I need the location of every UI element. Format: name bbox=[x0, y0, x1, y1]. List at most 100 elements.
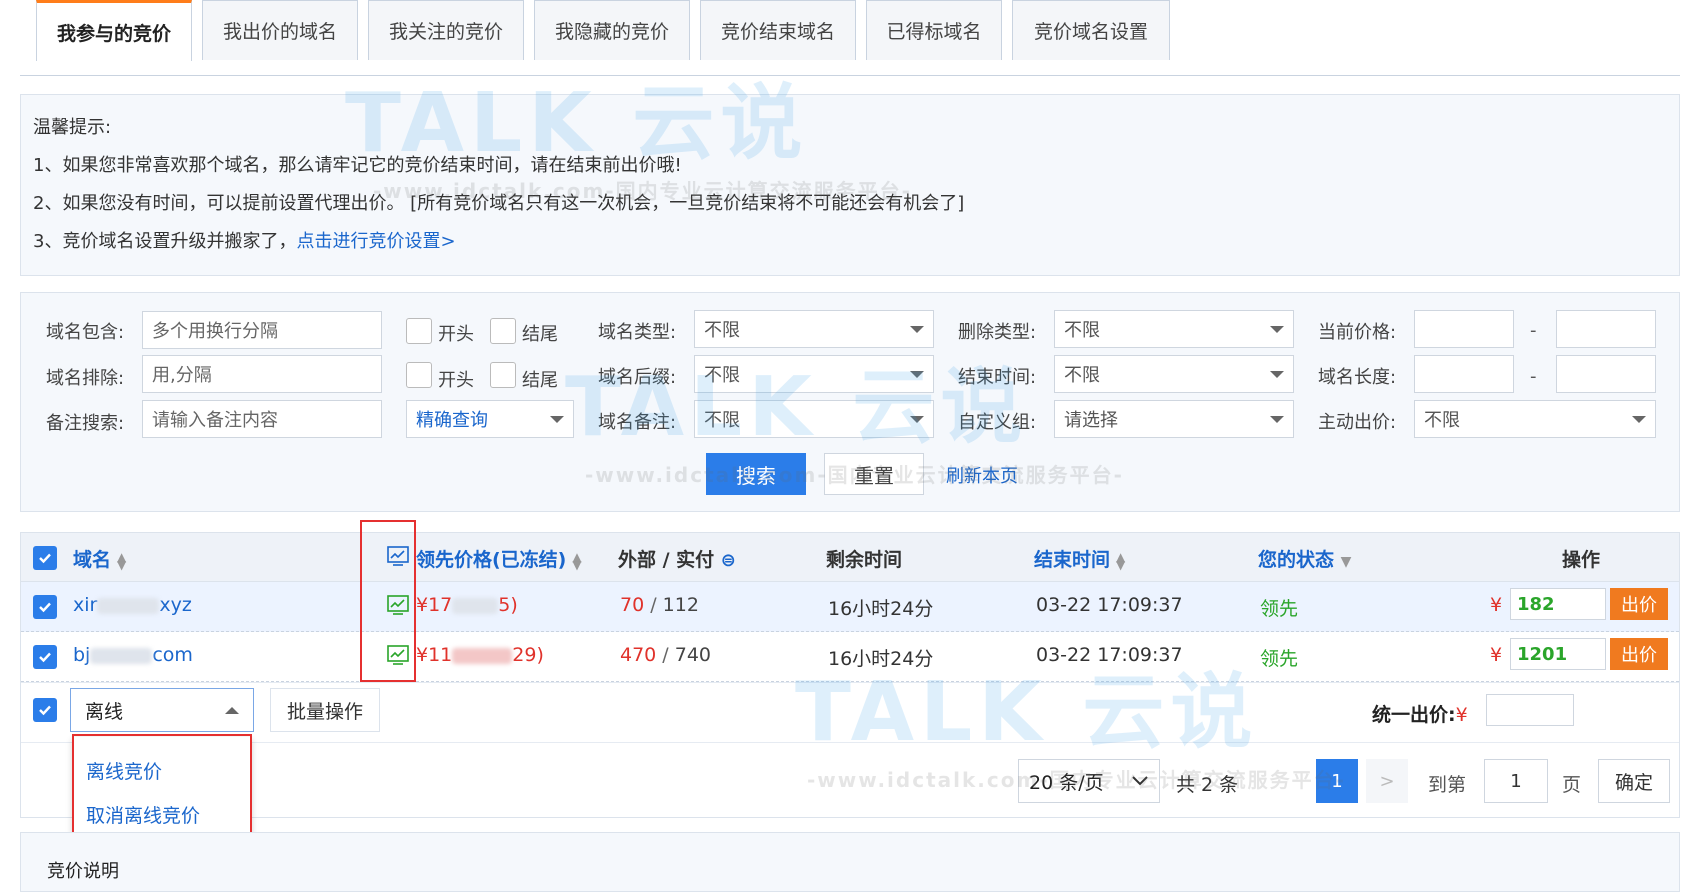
exclude-start-checkbox[interactable] bbox=[406, 362, 432, 388]
end-time: 03-22 17:09:37 bbox=[1036, 644, 1183, 666]
redacted-mask bbox=[452, 597, 499, 614]
col-status-label: 您的状态 bbox=[1258, 549, 1335, 571]
price-max-input[interactable] bbox=[1556, 310, 1656, 348]
suffix-value: 不限 bbox=[704, 365, 740, 386]
next-page-button[interactable]: > bbox=[1366, 759, 1408, 803]
domain-suffix: xyz bbox=[159, 594, 192, 616]
include-start-label: 开头 bbox=[438, 324, 474, 345]
tab-won[interactable]: 已得标域名 bbox=[866, 0, 1002, 60]
sort-icon: ▲ ▼ bbox=[572, 549, 582, 572]
tab-my-hidden[interactable]: 我隐藏的竞价 bbox=[534, 0, 690, 60]
length-max-input[interactable] bbox=[1556, 355, 1656, 393]
batch-operate-button[interactable]: 批量操作 bbox=[270, 688, 380, 732]
bid-currency: ¥ bbox=[1490, 594, 1503, 616]
exclude-input[interactable]: 用,分隔 bbox=[142, 355, 382, 393]
reset-button[interactable]: 重置 bbox=[824, 453, 924, 495]
tab-ended[interactable]: 竞价结束域名 bbox=[700, 0, 856, 60]
delete-type-label: 删除类型: bbox=[958, 322, 1037, 343]
col-status[interactable]: 您的状态 ▼ bbox=[1258, 545, 1351, 572]
domain-type-select[interactable]: 不限 bbox=[694, 310, 934, 348]
goto-confirm-button[interactable]: 确定 bbox=[1598, 759, 1670, 803]
include-label: 域名包含: bbox=[46, 322, 125, 343]
page-size-select[interactable]: 20 条/页 bbox=[1018, 759, 1160, 803]
outer-paid-sep: / bbox=[656, 644, 675, 666]
col-lead-price[interactable]: 领先价格(已冻结) ▲ ▼ bbox=[416, 545, 582, 572]
row-checkbox[interactable] bbox=[33, 645, 57, 669]
group-select[interactable]: 请选择 bbox=[1054, 400, 1294, 438]
length-range-sep: - bbox=[1530, 366, 1537, 387]
unified-bid-input[interactable] bbox=[1486, 694, 1574, 726]
unified-bid-currency: ¥ bbox=[1455, 704, 1468, 726]
tips-line-3: 3、竞价域名设置升级并搬家了，点击进行竞价设置> bbox=[33, 227, 456, 253]
end-time-label: 结束时间: bbox=[958, 367, 1037, 388]
bid-currency: ¥ bbox=[1490, 644, 1503, 666]
domain-type-value: 不限 bbox=[704, 320, 740, 341]
chevron-down-icon bbox=[1270, 415, 1284, 423]
col-lead-price-label: 领先价格(已冻结) bbox=[416, 549, 567, 571]
refresh-link[interactable]: 刷新本页 bbox=[946, 462, 1018, 488]
note-search-input[interactable]: 请输入备注内容 bbox=[142, 400, 382, 438]
chevron-down-icon bbox=[1132, 776, 1148, 786]
divider bbox=[21, 742, 1679, 743]
bid-button[interactable]: 出价 bbox=[1610, 588, 1668, 620]
length-label: 域名长度: bbox=[1318, 367, 1397, 388]
chevron-up-icon bbox=[225, 706, 239, 714]
price-min-input[interactable] bbox=[1414, 310, 1514, 348]
domain-type-label: 域名类型: bbox=[598, 322, 677, 343]
note-select[interactable]: 不限 bbox=[694, 400, 934, 438]
col-outer-paid: 外部 / 实付 ⊜ bbox=[618, 545, 736, 572]
length-min-input[interactable] bbox=[1414, 355, 1514, 393]
batch-select-checkbox[interactable] bbox=[33, 698, 57, 722]
active-bid-select[interactable]: 不限 bbox=[1414, 400, 1656, 438]
bid-input[interactable]: 1201 bbox=[1510, 638, 1606, 670]
col-domain[interactable]: 域名 ▲ ▼ bbox=[73, 545, 126, 572]
end-time: 03-22 17:09:37 bbox=[1036, 594, 1183, 616]
note-search-label: 备注搜索: bbox=[46, 413, 125, 434]
include-end-checkbox[interactable] bbox=[490, 318, 516, 344]
sort-icon: ▲ ▼ bbox=[117, 549, 127, 572]
chevron-down-icon bbox=[550, 415, 564, 423]
page-button[interactable]: 1 bbox=[1316, 759, 1358, 803]
bid-settings-link[interactable]: 点击进行竞价设置> bbox=[296, 231, 455, 252]
select-all-checkbox[interactable] bbox=[33, 546, 57, 570]
include-input[interactable]: 多个用换行分隔 bbox=[142, 311, 382, 349]
remaining-time: 16小时24分 bbox=[828, 648, 934, 670]
col-end-time[interactable]: 结束时间 ▲ ▼ bbox=[1034, 545, 1125, 572]
sort-icon: ▲ ▼ bbox=[1116, 549, 1126, 572]
col-remaining: 剩余时间 bbox=[826, 549, 903, 571]
tips-panel: 温馨提示: 1、如果您非常喜欢那个域名，那么请牢记它的竞价结束时间，请在结束前出… bbox=[20, 94, 1680, 276]
goto-page-input[interactable]: 1 bbox=[1484, 759, 1548, 803]
suffix-select[interactable]: 不限 bbox=[694, 355, 934, 393]
exclude-end-checkbox[interactable] bbox=[490, 362, 516, 388]
lead-price: ¥17 5) bbox=[416, 594, 518, 616]
match-mode-select[interactable]: 精确查询 bbox=[406, 400, 574, 438]
tab-settings[interactable]: 竞价域名设置 bbox=[1012, 0, 1170, 60]
page-unit: 页 bbox=[1562, 774, 1582, 796]
domain-link[interactable]: bj com bbox=[73, 644, 193, 666]
col-action: 操作 bbox=[1562, 549, 1601, 571]
remaining-time: 16小时24分 bbox=[828, 598, 934, 620]
status-badge: 领先 bbox=[1260, 598, 1299, 620]
tab-my-bids[interactable]: 我参与的竞价 bbox=[36, 0, 192, 61]
col-domain-label: 域名 bbox=[73, 549, 112, 571]
domain-link[interactable]: xir xyz bbox=[73, 594, 192, 616]
batch-action-select[interactable]: 离线 bbox=[70, 688, 254, 732]
exclude-end-label: 结尾 bbox=[522, 370, 558, 391]
goto-label: 到第 bbox=[1428, 774, 1467, 796]
total-count: 共 2 条 bbox=[1176, 774, 1239, 796]
end-time-select[interactable]: 不限 bbox=[1054, 355, 1294, 393]
group-value: 请选择 bbox=[1064, 410, 1118, 431]
chevron-down-icon bbox=[1632, 415, 1646, 423]
include-start-checkbox[interactable] bbox=[406, 318, 432, 344]
suffix-label: 域名后缀: bbox=[598, 367, 677, 388]
currency-switch-icon[interactable]: ⊜ bbox=[721, 550, 736, 571]
outer-paid-sep: / bbox=[644, 594, 663, 616]
tab-my-offered-domains[interactable]: 我出价的域名 bbox=[202, 0, 358, 60]
bid-input[interactable]: 182 bbox=[1510, 588, 1606, 620]
delete-type-select[interactable]: 不限 bbox=[1054, 310, 1294, 348]
bid-button[interactable]: 出价 bbox=[1610, 638, 1668, 670]
tab-my-followed[interactable]: 我关注的竞价 bbox=[368, 0, 524, 60]
active-bid-label: 主动出价: bbox=[1318, 412, 1397, 433]
search-button[interactable]: 搜索 bbox=[706, 453, 806, 495]
row-checkbox[interactable] bbox=[33, 595, 57, 619]
